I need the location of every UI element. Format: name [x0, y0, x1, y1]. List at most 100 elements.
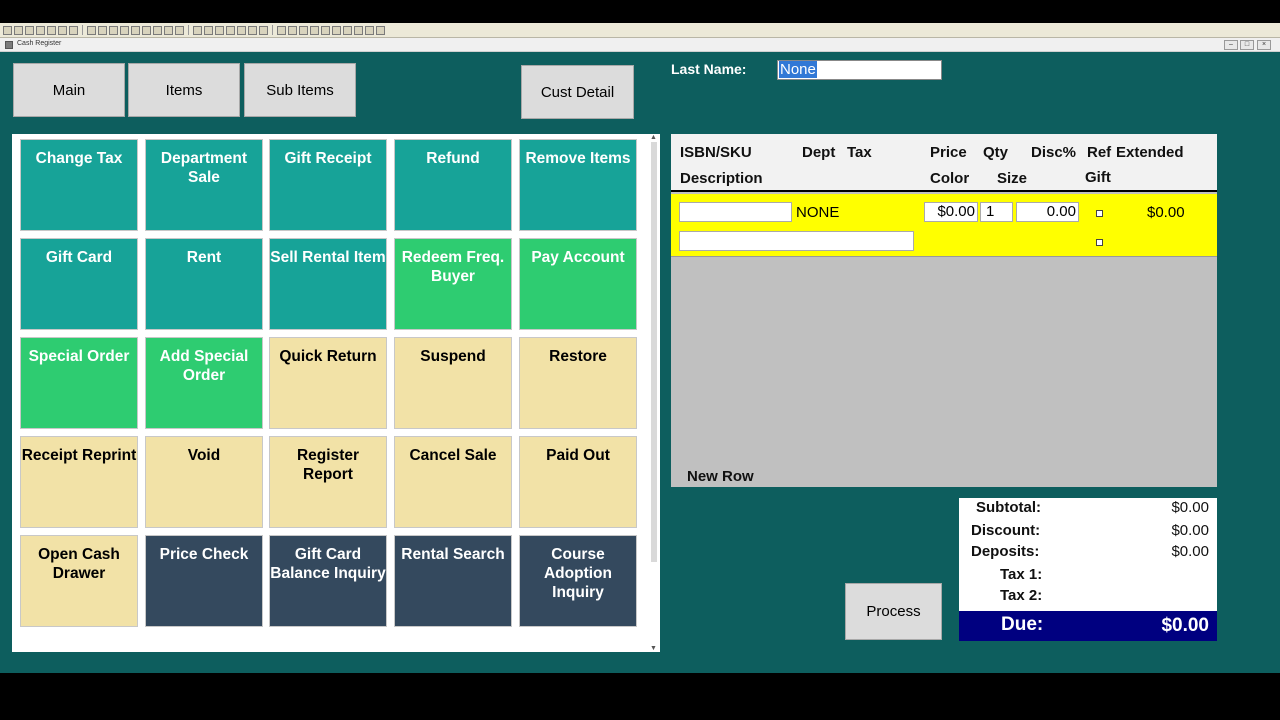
toolbar-icon[interactable]	[321, 25, 330, 35]
toolbar-icon[interactable]	[193, 25, 202, 35]
toolbar-icon[interactable]	[153, 25, 162, 35]
toolbar-icon[interactable]	[299, 25, 308, 35]
remove-items-button[interactable]: Remove Items	[519, 139, 637, 231]
window-titlebar: Cash Register – □ ×	[0, 38, 1280, 52]
color-header: Color	[930, 170, 970, 187]
special-order-button[interactable]: Special Order	[20, 337, 138, 429]
deposits-label: Deposits:	[971, 543, 1040, 560]
gift-card-balance-inquiry-button[interactable]: Gift Card Balance Inquiry	[269, 535, 387, 627]
add-special-order-button[interactable]: Add Special Order	[145, 337, 263, 429]
void-button[interactable]: Void	[145, 436, 263, 528]
grid-scrollbar[interactable]: ▲ ▼	[648, 134, 660, 652]
toolbar-icon[interactable]	[175, 25, 184, 35]
discount-label: Discount:	[971, 522, 1041, 539]
toolbar-icon[interactable]	[36, 25, 45, 35]
rent-button[interactable]: Rent	[145, 238, 263, 330]
pay-account-button[interactable]: Pay Account	[519, 238, 637, 330]
last-name-label: Last Name:	[671, 61, 747, 77]
toolbar-icon[interactable]	[69, 25, 78, 35]
qty-input[interactable]: 1	[980, 202, 1013, 222]
gift-card-button[interactable]: Gift Card	[20, 238, 138, 330]
toolbar-icon[interactable]	[109, 25, 118, 35]
sub-items-button[interactable]: Sub Items	[244, 63, 356, 117]
gift-receipt-button[interactable]: Gift Receipt	[269, 139, 387, 231]
toolbar-icon[interactable]	[343, 25, 352, 35]
minimize-icon[interactable]: –	[1224, 40, 1238, 50]
scroll-up-icon[interactable]: ▲	[650, 134, 657, 141]
toolbar-icon[interactable]	[259, 25, 268, 35]
gift-checkbox[interactable]	[1096, 239, 1103, 246]
price-header: Price	[930, 144, 967, 161]
toolbar-icon[interactable]	[131, 25, 140, 35]
description-input[interactable]	[679, 231, 914, 251]
toolbar-icon[interactable]	[215, 25, 224, 35]
price-check-button[interactable]: Price Check	[145, 535, 263, 627]
maximize-icon[interactable]: □	[1240, 40, 1254, 50]
paid-out-button[interactable]: Paid Out	[519, 436, 637, 528]
register-report-button[interactable]: Register Report	[269, 436, 387, 528]
toolbar-icon[interactable]	[226, 25, 235, 35]
toolbar-icon[interactable]	[87, 25, 96, 35]
cash-register-window: Main Items Sub Items Cust Detail Last Na…	[0, 52, 1280, 673]
main-button[interactable]: Main	[13, 63, 125, 117]
ref-header: Ref	[1087, 144, 1112, 161]
toolbar-icon[interactable]	[248, 25, 257, 35]
toolbar-icon[interactable]	[237, 25, 246, 35]
toolbar-icon[interactable]	[47, 25, 56, 35]
toolbar-icon[interactable]	[332, 25, 341, 35]
toolbar-icon[interactable]	[120, 25, 129, 35]
window-title: Cash Register	[17, 40, 62, 47]
toolbar-icon[interactable]	[164, 25, 173, 35]
rental-search-button[interactable]: Rental Search	[394, 535, 512, 627]
table-row[interactable]: NONE $0.00 1 0.00 $0.00	[671, 194, 1217, 257]
toolbar-icon[interactable]	[354, 25, 363, 35]
quick-return-button[interactable]: Quick Return	[269, 337, 387, 429]
dept-value[interactable]: NONE	[796, 204, 839, 221]
toolbar-icon[interactable]	[25, 25, 34, 35]
scroll-down-icon[interactable]: ▼	[650, 645, 657, 652]
new-row-label[interactable]: New Row	[687, 468, 754, 485]
scrollbar-thumb[interactable]	[651, 142, 657, 562]
receipt-reprint-button[interactable]: Receipt Reprint	[20, 436, 138, 528]
redeem-freq-buyer-button[interactable]: Redeem Freq. Buyer	[394, 238, 512, 330]
sell-rental-item-button[interactable]: Sell Rental Item	[269, 238, 387, 330]
suspend-button[interactable]: Suspend	[394, 337, 512, 429]
toolbar-icon[interactable]	[376, 25, 385, 35]
toolbar-separator	[272, 25, 273, 35]
isbn-sku-header: ISBN/SKU	[680, 144, 752, 161]
toolbar-icon[interactable]	[310, 25, 319, 35]
last-name-field[interactable]: None	[777, 60, 942, 80]
change-tax-button[interactable]: Change Tax	[20, 139, 138, 231]
items-button[interactable]: Items	[128, 63, 240, 117]
toolbar-icon[interactable]	[58, 25, 67, 35]
isbn-sku-input[interactable]	[679, 202, 792, 222]
toolbar-icon[interactable]	[204, 25, 213, 35]
toolbar-icon[interactable]	[277, 25, 286, 35]
gift-header: Gift	[1085, 169, 1111, 186]
process-button[interactable]: Process	[845, 583, 942, 640]
toolbar-icon[interactable]	[14, 25, 23, 35]
department-sale-button[interactable]: Department Sale	[145, 139, 263, 231]
last-name-value: None	[779, 61, 817, 78]
refund-button[interactable]: Refund	[394, 139, 512, 231]
extended-header: Extended	[1116, 144, 1184, 161]
open-cash-drawer-button[interactable]: Open Cash Drawer	[20, 535, 138, 627]
toolbar-icon[interactable]	[288, 25, 297, 35]
price-input[interactable]: $0.00	[924, 202, 978, 222]
due-bar: Due: $0.00	[959, 611, 1217, 641]
restore-button[interactable]: Restore	[519, 337, 637, 429]
cancel-sale-button[interactable]: Cancel Sale	[394, 436, 512, 528]
cust-detail-button[interactable]: Cust Detail	[521, 65, 634, 119]
deposits-value: $0.00	[1171, 543, 1209, 560]
description-header: Description	[680, 170, 763, 187]
course-adoption-inquiry-button[interactable]: Course Adoption Inquiry	[519, 535, 637, 627]
toolbar-icon[interactable]	[98, 25, 107, 35]
toolbar-icon[interactable]	[142, 25, 151, 35]
ref-checkbox[interactable]	[1096, 210, 1103, 217]
disc-input[interactable]: 0.00	[1016, 202, 1079, 222]
discount-value: $0.00	[1171, 522, 1209, 539]
toolbar-icon[interactable]	[3, 25, 12, 35]
close-icon[interactable]: ×	[1257, 40, 1271, 50]
toolbar-icon[interactable]	[365, 25, 374, 35]
extended-value: $0.00	[1147, 204, 1185, 221]
